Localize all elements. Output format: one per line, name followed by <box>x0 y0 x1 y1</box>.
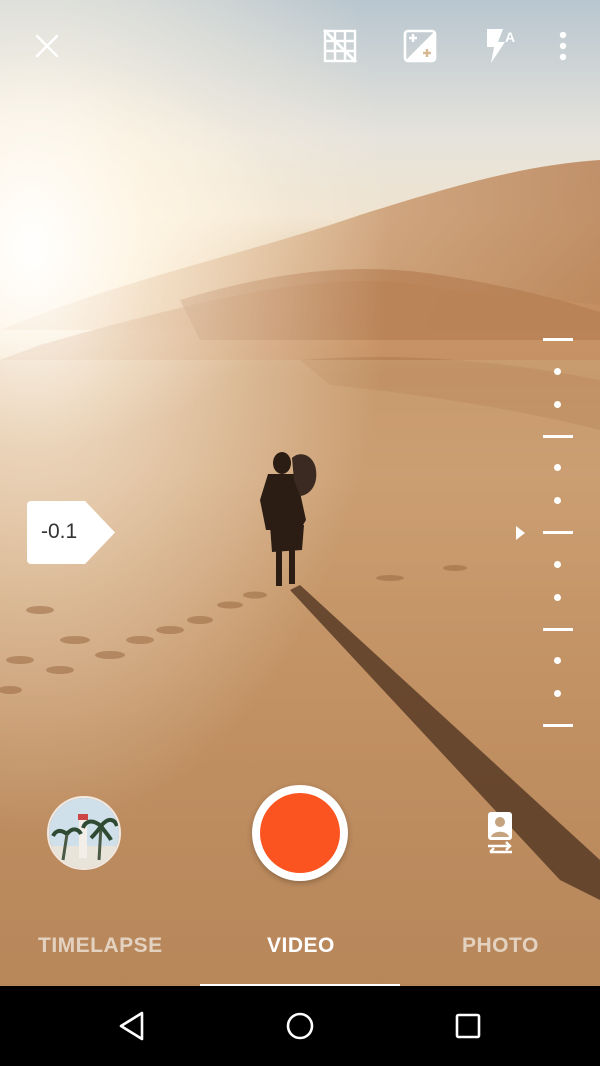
camera-screen: A -0.1 TIMELAPSE VIDEO PHOTO <box>0 0 600 1066</box>
grid-off-icon[interactable] <box>320 26 360 66</box>
scale-minor-tick <box>554 657 561 664</box>
scale-major-tick <box>543 628 573 631</box>
scale-pointer[interactable] <box>516 526 525 540</box>
scale-major-tick <box>543 724 573 727</box>
mode-timelapse[interactable]: TIMELAPSE <box>38 934 163 958</box>
more-vert-icon[interactable] <box>543 26 583 66</box>
exposure-icon[interactable] <box>400 26 440 66</box>
back-icon[interactable] <box>108 1002 156 1050</box>
scale-major-tick <box>543 338 573 341</box>
scale-minor-tick <box>554 368 561 375</box>
system-nav-bar <box>0 986 600 1066</box>
recents-icon[interactable] <box>444 1002 492 1050</box>
gallery-thumbnail[interactable] <box>47 796 121 870</box>
record-button[interactable] <box>252 785 348 881</box>
scale-major-tick <box>543 531 573 534</box>
scale-minor-tick <box>554 464 561 471</box>
flash-auto-icon[interactable]: A <box>480 26 520 66</box>
scale-minor-tick <box>554 594 561 601</box>
exposure-value-label: -0.1 <box>41 520 78 543</box>
home-icon[interactable] <box>276 1002 324 1050</box>
camera-toolbar: A <box>0 0 600 96</box>
mode-video[interactable]: VIDEO <box>267 934 335 958</box>
switch-camera-icon[interactable] <box>480 810 520 856</box>
scale-minor-tick <box>554 401 561 408</box>
mode-selector: TIMELAPSE VIDEO PHOTO <box>0 930 600 970</box>
scale-major-tick <box>543 435 573 438</box>
svg-text:A: A <box>505 29 515 45</box>
mode-photo[interactable]: PHOTO <box>462 934 539 958</box>
close-icon[interactable] <box>27 26 67 66</box>
scale-minor-tick <box>554 690 561 697</box>
scale-minor-tick <box>554 497 561 504</box>
record-button-inner <box>260 793 340 873</box>
scale-minor-tick <box>554 561 561 568</box>
